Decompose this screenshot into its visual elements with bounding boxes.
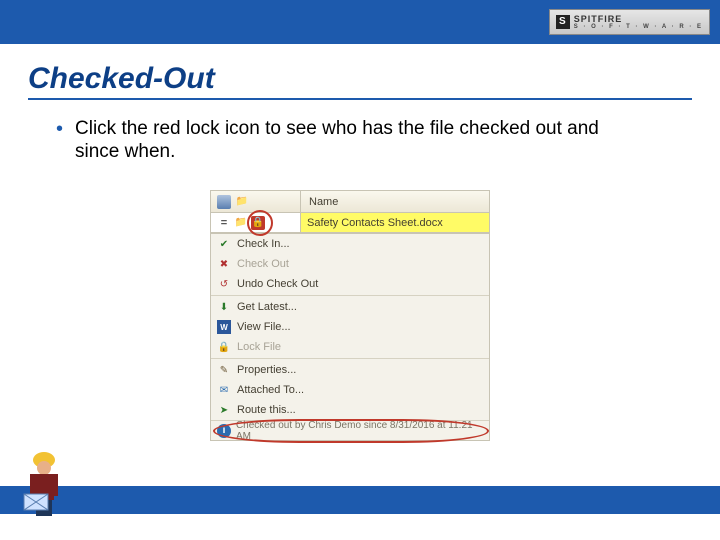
brand-name: SPITFIRE [574, 14, 623, 24]
check-in-icon: ✔ [217, 237, 231, 251]
folder-icon: 📁 [235, 195, 249, 209]
word-icon: W [217, 320, 231, 334]
column-header-name: Name [301, 191, 489, 212]
footer-bar [0, 486, 720, 514]
route-icon: ➤ [217, 403, 231, 417]
bullet-text: Click the red lock icon to see who has t… [75, 118, 635, 164]
menu-divider-1 [211, 295, 489, 296]
info-icon: i [217, 424, 231, 438]
lock-grey-icon: 🔒 [217, 340, 231, 354]
menu-check-out-label: Check Out [237, 258, 289, 270]
menu-get-latest[interactable]: ⬇ Get Latest... [211, 297, 489, 317]
brand-badge: S [556, 15, 570, 29]
file-row-icons: = 📁 🔒 [211, 213, 301, 232]
lock-icon[interactable]: 🔒 [251, 216, 265, 230]
column-header-row: 📁 Name [211, 191, 489, 213]
properties-icon: ✎ [217, 363, 231, 377]
menu-view-file[interactable]: W View File... [211, 317, 489, 337]
menu-route-this[interactable]: ➤ Route this... [211, 400, 489, 420]
header-banner: S SPITFIRE S · O · F · T · W · A · R · E [0, 0, 720, 44]
file-name-cell: Safety Contacts Sheet.docx [301, 213, 489, 232]
slide-title: Checked-Out [28, 62, 692, 100]
menu-lock-file: 🔒 Lock File [211, 337, 489, 357]
undo-icon: ↺ [217, 277, 231, 291]
file-row[interactable]: = 📁 🔒 Safety Contacts Sheet.docx [211, 213, 489, 233]
menu-get-latest-label: Get Latest... [237, 301, 297, 313]
menu-lock-file-label: Lock File [237, 341, 281, 353]
brand-logo: S SPITFIRE S · O · F · T · W · A · R · E [549, 9, 710, 35]
menu-check-in-label: Check In... [237, 238, 290, 250]
menu-properties-label: Properties... [237, 364, 296, 376]
status-text: Checked out by Chris Demo since 8/31/201… [236, 420, 489, 442]
attach-icon: ✉ [217, 383, 231, 397]
menu-undo-check-out[interactable]: ↺ Undo Check Out [211, 274, 489, 294]
app-screenshot: 📁 Name = 📁 🔒 Safety Contacts Sheet.docx … [210, 190, 490, 441]
get-latest-icon: ⬇ [217, 300, 231, 314]
construction-worker-illustration [22, 446, 82, 518]
menu-route-label: Route this... [237, 404, 296, 416]
menu-view-file-label: View File... [237, 321, 291, 333]
status-row: i Checked out by Chris Demo since 8/31/2… [211, 420, 489, 440]
context-menu: ✔ Check In... ✖ Check Out ↺ Undo Check O… [211, 233, 489, 440]
menu-check-in[interactable]: ✔ Check In... [211, 234, 489, 254]
header-icon-cell: 📁 [211, 191, 301, 212]
menu-properties[interactable]: ✎ Properties... [211, 360, 489, 380]
grid-icon [217, 195, 231, 209]
bullet-marker: • [56, 118, 63, 140]
menu-divider-2 [211, 358, 489, 359]
brand-subtitle: S · O · F · T · W · A · R · E [574, 24, 703, 30]
file-folder-icon: 📁 [234, 216, 248, 230]
menu-undo-label: Undo Check Out [237, 278, 318, 290]
bullet-item: • Click the red lock icon to see who has… [56, 118, 692, 164]
row-handle-icon: = [217, 216, 231, 230]
menu-check-out: ✖ Check Out [211, 254, 489, 274]
menu-attached-to[interactable]: ✉ Attached To... [211, 380, 489, 400]
menu-attached-label: Attached To... [237, 384, 304, 396]
check-out-icon: ✖ [217, 257, 231, 271]
